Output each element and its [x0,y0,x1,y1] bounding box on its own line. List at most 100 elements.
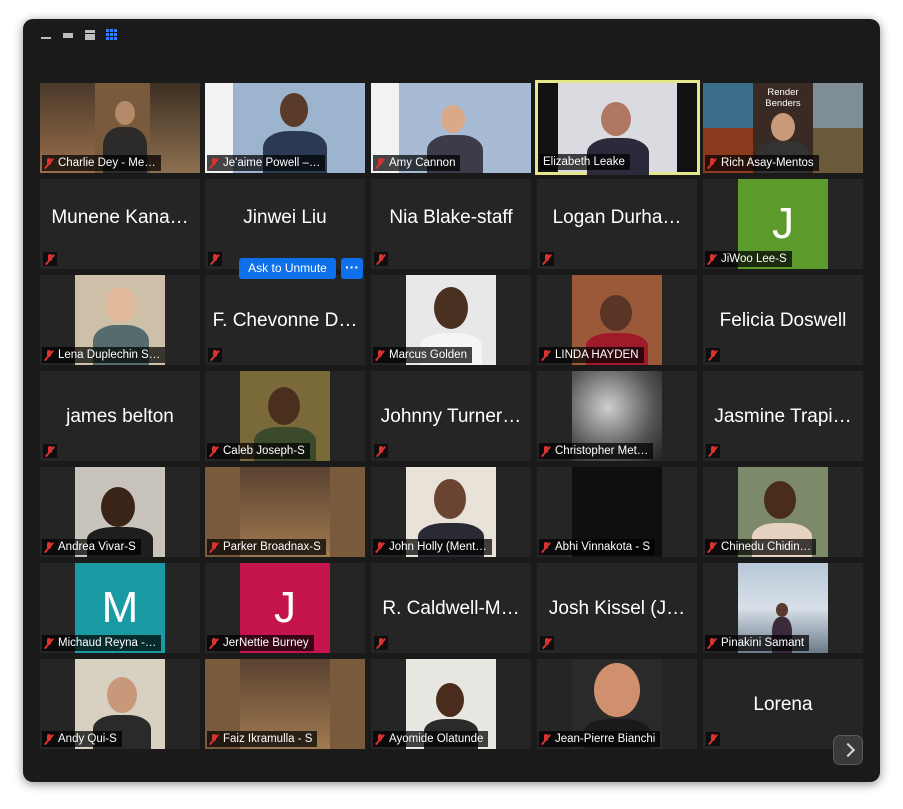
video-tile[interactable]: LINDA HAYDEN [537,275,697,365]
video-tile[interactable]: Jean-Pierre Bianchi [537,659,697,749]
layout-toolbar [40,27,118,43]
participant-name: Josh Kissel (J… [548,598,686,619]
video-tile[interactable]: Je'aime Powell –… [205,83,365,173]
video-tile[interactable]: J JiWoo Lee-S [703,179,863,269]
muted-mic-icon [43,252,57,266]
participant-name-label: Christopher Met… [539,443,654,459]
participant-name: Jinwei Liu [243,207,327,228]
muted-mic-icon [376,733,384,745]
muted-mic-icon [708,253,716,265]
participant-name-label: Caleb Joseph-S [207,443,310,459]
muted-mic-icon [708,157,716,169]
next-page-chevron-icon[interactable] [833,735,863,765]
active-speaker-tile[interactable]: Elizabeth Leake [535,80,700,175]
participant-name-label: Ayomide Olatunde [373,731,489,747]
muted-mic-icon [376,157,384,169]
muted-mic-icon [540,252,554,266]
participant-name-label: Charlie Dey - Me… [42,155,161,171]
participant-name: Felicia Doswell [719,310,847,331]
participant-name-label: Elizabeth Leake [540,154,630,170]
video-tile[interactable]: Pinakini Samant [703,563,863,653]
participant-name: F. Chevonne D… [212,310,358,331]
video-tile[interactable]: Josh Kissel (J… [537,563,697,653]
muted-mic-icon [708,637,716,649]
video-tile[interactable]: Andrea Vivar-S [40,467,200,557]
participant-name-label: Faiz Ikramulla - S [207,731,318,747]
background-image [813,128,863,173]
participant-name-label: Lena Duplechin S… [42,347,166,363]
participant-name: Munene Kana… [51,207,189,228]
muted-mic-icon [542,445,550,457]
muted-mic-icon [376,541,384,553]
more-options-button[interactable]: ··· [341,258,363,279]
video-tile[interactable]: F. Chevonne D… [205,275,365,365]
muted-mic-icon [374,636,388,650]
video-tile[interactable]: M Michaud Reyna -… [40,563,200,653]
muted-mic-icon [376,349,384,361]
participant-name: R. Caldwell-M… [382,598,520,619]
video-tile[interactable]: Caleb Joseph-S [205,371,365,461]
video-tile[interactable]: Faiz Ikramulla - S [205,659,365,749]
video-tile[interactable]: Chinedu Chidin… [703,467,863,557]
muted-mic-icon [706,348,720,362]
participant-name: james belton [66,406,174,427]
participant-name-label: JerNettie Burney [207,635,314,651]
video-tile[interactable]: Jasmine Trapi… [703,371,863,461]
muted-mic-icon [210,733,218,745]
participant-name-label: Jean-Pierre Bianchi [539,731,661,747]
gallery-view-icon[interactable] [106,29,118,41]
video-tile[interactable]: Charlie Dey - Me… [40,83,200,173]
video-tile[interactable]: R. Caldwell-M… [371,563,531,653]
muted-mic-icon [210,445,218,457]
participant-name-label: Pinakini Samant [705,635,810,651]
video-tile[interactable]: Andy Qui-S [40,659,200,749]
strip-view-icon[interactable] [62,29,74,41]
participant-name-label: Amy Cannon [373,155,461,171]
muted-mic-icon [540,636,554,650]
participant-name-label: Abhi Vinnakota - S [539,539,656,555]
video-tile[interactable]: james belton [40,371,200,461]
video-tile[interactable]: Johnny Turner… [371,371,531,461]
muted-mic-icon [210,157,218,169]
video-tile[interactable]: Nia Blake-staff [371,179,531,269]
video-tile[interactable]: Amy Cannon [371,83,531,173]
video-tile[interactable]: Christopher Met… [537,371,697,461]
video-tile[interactable]: Ayomide Olatunde [371,659,531,749]
participant-name-label: Andrea Vivar-S [42,539,141,555]
muted-mic-icon [210,637,218,649]
ask-to-unmute-button[interactable]: Ask to Unmute [239,258,336,279]
muted-mic-icon [208,252,222,266]
muted-mic-icon [542,349,550,361]
participant-name-label: Andy Qui-S [42,731,122,747]
speaker-view-icon[interactable] [84,29,96,41]
muted-mic-icon [374,252,388,266]
video-tile[interactable]: Logan Durha… [537,179,697,269]
video-tile[interactable]: Render Benders Rich Asay-Mentos [703,83,863,173]
muted-mic-icon [706,732,720,746]
muted-mic-icon [374,444,388,458]
muted-mic-icon [706,444,720,458]
muted-mic-icon [45,637,53,649]
video-tile[interactable]: Parker Broadnax-S [205,467,365,557]
video-tile[interactable]: Lena Duplechin S… [40,275,200,365]
video-tile[interactable]: Abhi Vinnakota - S [537,467,697,557]
video-tile[interactable]: Marcus Golden [371,275,531,365]
background-image [703,83,753,128]
muted-mic-icon [45,349,53,361]
video-tile[interactable]: Felicia Doswell [703,275,863,365]
participant-name-label: John Holly (Ment… [373,539,492,555]
participant-name-label: Chinedu Chidin… [705,539,817,555]
video-tile[interactable]: Jinwei Liu [205,179,365,269]
minimize-view-icon[interactable] [40,29,52,41]
muted-mic-icon [542,541,550,553]
participant-name-label: Je'aime Powell –… [207,155,326,171]
participant-name: Lorena [753,694,813,715]
participant-name-label: JiWoo Lee-S [705,251,792,267]
muted-mic-icon [542,733,550,745]
video-tile[interactable]: J JerNettie Burney [205,563,365,653]
video-tile[interactable]: John Holly (Ment… [371,467,531,557]
video-tile[interactable]: Munene Kana… [40,179,200,269]
participant-name-label: Parker Broadnax-S [207,539,326,555]
participant-name-label: Rich Asay-Mentos [705,155,819,171]
background-image [813,83,863,128]
